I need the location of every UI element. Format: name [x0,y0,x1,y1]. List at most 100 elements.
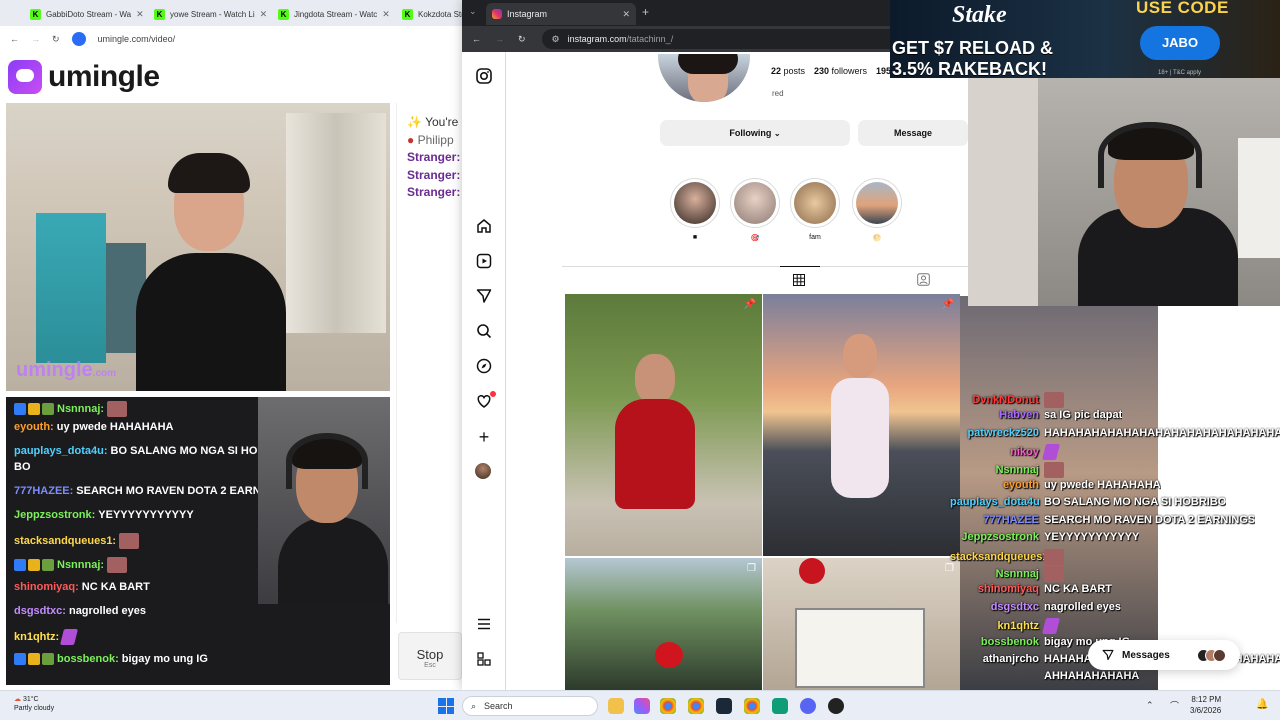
chat-username[interactable]: Nsnnnaj [950,464,1039,476]
chat-username[interactable]: Nsnnnaj: [57,559,104,571]
browser-tab-yowe[interactable]: K yowe Stream - Watch Li ✕ [148,4,270,24]
chat-username[interactable]: dsgsdtxc [950,601,1039,613]
chat-message: 777HAZEE: SEARCH MO RAVEN DOTA 2 EARNINC [14,485,280,497]
file-explorer-icon[interactable] [608,698,624,714]
instagram-logo-icon[interactable] [475,68,493,86]
legal-text: 18+ | T&C apply [1158,70,1201,76]
app-icon[interactable] [772,698,788,714]
chrome-icon[interactable] [660,698,676,714]
reload-icon[interactable]: ↻ [52,34,60,45]
chat-username[interactable]: Habven [950,409,1039,421]
chat-username[interactable]: bossbenok: [57,653,119,665]
chat-username[interactable]: 777HAZEE [950,514,1039,526]
posts-grid-icon[interactable] [793,273,805,289]
chat-username[interactable]: eyouth [950,479,1039,491]
profile-avatar-icon[interactable] [475,463,493,481]
following-stat[interactable]: 195 [876,66,891,76]
close-icon[interactable]: ✕ [136,9,144,20]
discord-icon[interactable] [800,698,816,714]
chat-username[interactable]: 777HAZEE: [14,485,73,497]
forward-icon[interactable]: → [495,34,504,44]
chat-username[interactable]: Nsnnnaj [950,568,1039,580]
chat-username[interactable]: stacksandqueues1: [14,535,116,547]
chat-username[interactable]: pauplays_dota4u [950,496,1040,508]
messages-button[interactable]: Messages [1088,640,1240,670]
story-highlight[interactable]: 🎯 [730,178,780,244]
chat-username[interactable]: Nsnnnaj: [57,403,104,415]
weather-widget[interactable]: ☁ 31°C Partly cloudy [14,695,54,713]
forward-icon[interactable]: → [31,34,40,44]
chat-username[interactable]: nikoy [950,446,1039,458]
profile-picture[interactable] [656,52,752,104]
stop-button[interactable]: Stop Esc [398,632,462,680]
messages-icon[interactable] [475,288,493,306]
post-thumbnail[interactable]: ❐ [763,558,960,690]
site-info-icon[interactable] [71,32,86,46]
reels-icon[interactable] [475,253,493,271]
chat-username[interactable]: patwreckz520 [950,427,1039,439]
stranger-video-feed: umingle.com [6,103,390,391]
explore-icon[interactable] [475,358,493,376]
chat-username[interactable]: bossbenok [950,636,1039,648]
tab-search-icon[interactable]: ⌄ [469,6,477,17]
following-button[interactable]: Following ⌄ [660,120,850,146]
notifications-heart-icon[interactable] [475,391,496,411]
post-thumbnail[interactable]: 📌 [763,294,960,556]
chat-username[interactable]: eyouth: [14,421,54,433]
chat-username[interactable]: kn1qhtz [950,620,1039,632]
reload-icon[interactable]: ↻ [518,34,526,45]
chat-username[interactable]: pauplays_dota4u: [14,445,108,457]
story-highlight[interactable]: fam [790,178,840,244]
chat-username[interactable]: Jeppzsostronk: [14,509,95,521]
windows-start-icon[interactable] [438,698,454,714]
home-icon[interactable] [475,218,493,236]
story-highlight[interactable]: ■ [670,178,720,244]
chat-username[interactable]: kn1qhtz: [14,631,59,643]
umingle-logo[interactable]: umingle [8,60,160,94]
chrome-icon[interactable] [688,698,704,714]
close-icon[interactable]: ✕ [260,9,268,20]
chat-username[interactable]: DvnkNDonut [950,394,1039,406]
more-menu-icon[interactable] [475,616,493,634]
emote-icon [1044,548,1064,565]
chat-username[interactable]: shinomiyaq [950,583,1039,595]
notification-bell-icon[interactable]: 🔔 [1256,699,1268,710]
browser-tab-jingdota[interactable]: K Jingdota Stream - Watc ✕ [272,4,394,24]
site-settings-icon[interactable]: ⚙ [552,34,560,45]
stranger-message: Stranger: [407,168,461,182]
search-icon[interactable] [475,323,493,341]
chat-username[interactable]: Jeppzsostronk [950,531,1039,543]
threads-icon[interactable] [475,651,493,669]
close-icon[interactable]: ✕ [622,9,630,20]
back-icon[interactable]: ← [472,34,481,44]
chat-username[interactable]: shinomiyaq: [14,581,79,593]
chat-text: sa IG pic dapat [1044,409,1123,422]
taskbar-search[interactable]: ⌕ Search [462,696,598,716]
chat-username[interactable]: dsgsdtxc: [14,605,66,617]
clock[interactable]: 8:12 PM 3/6/2026 [1190,694,1221,716]
followers-stat[interactable]: 230 followers [814,66,867,76]
obs-icon[interactable] [828,698,844,714]
back-icon[interactable]: ← [10,34,19,44]
browser-tab-kokzdota[interactable]: K Kokzdota Str [396,4,466,24]
chat-username[interactable]: stacksandqueues1 [950,551,1048,563]
browser-tab-instagram[interactable]: Instagram ✕ [486,3,636,25]
copilot-icon[interactable] [634,698,650,714]
message-button[interactable]: Message [858,120,968,146]
chrome-icon[interactable] [744,698,760,714]
browser-tab-gabbidoto[interactable]: K GabbiDoto Stream - Wa ✕ [24,4,146,24]
close-icon[interactable]: ✕ [382,9,390,20]
post-thumbnail[interactable]: 📌 [565,294,762,556]
active-tab-indicator [780,266,820,267]
new-tab-icon[interactable]: + [642,5,649,19]
chat-username[interactable]: athanjrcho [950,653,1039,665]
url-field[interactable]: umingle.com/video/ [98,34,176,44]
chevron-up-icon[interactable]: ⌃ [1146,700,1154,711]
create-plus-icon[interactable]: + [475,428,493,446]
story-highlight[interactable]: 🌕 [852,178,902,244]
chat-message: Nsnnnaj: [14,557,128,573]
wifi-icon[interactable]: ⌒ [1170,699,1179,712]
steam-icon[interactable] [716,698,732,714]
post-thumbnail[interactable]: ❐ [565,558,762,690]
tagged-icon[interactable] [917,273,930,289]
